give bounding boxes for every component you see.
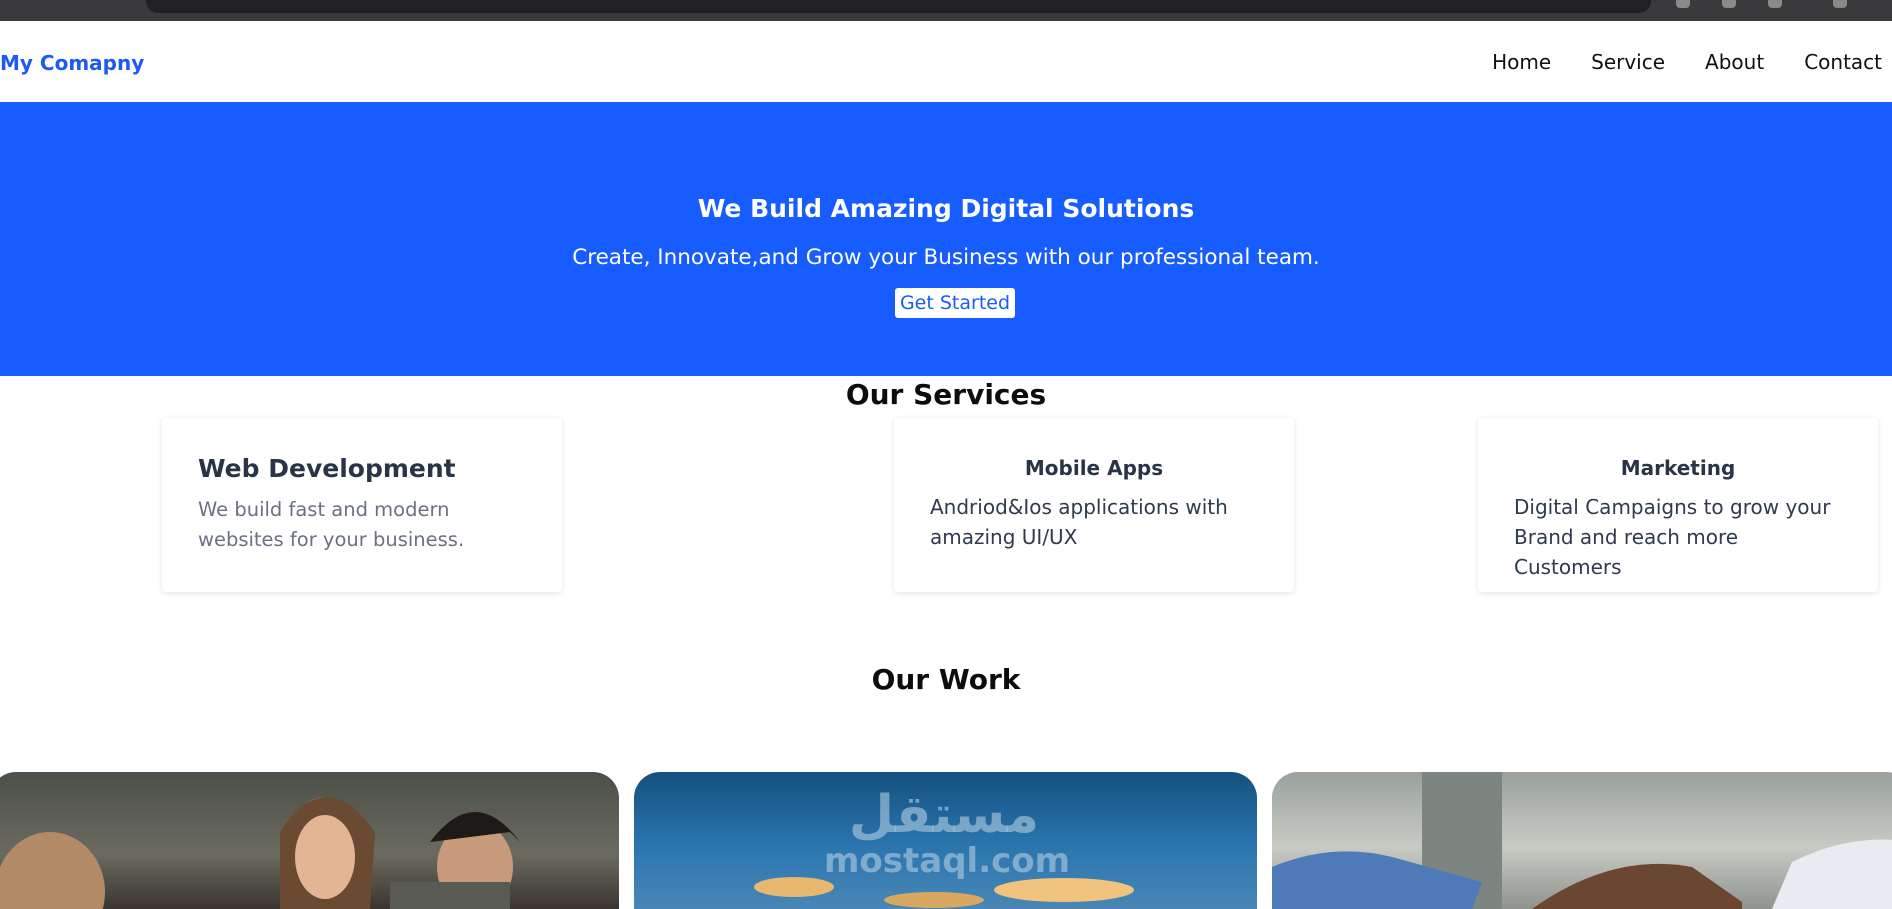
work-image-team-meeting[interactable] [0,772,619,909]
service-card-mobile-apps: Mobile Apps Andriod&Ios applications wit… [894,418,1294,592]
service-card-text: Andriod&Ios applications with amazing UI… [930,495,1228,549]
hero-subtitle: Create, Innovate,and Grow your Business … [572,245,1320,270]
site-navbar: My Comapny Home Service About Contact [0,21,1892,102]
nav-link-contact[interactable]: Contact [1804,50,1882,74]
hero-section: We Build Amazing Digital Solutions Creat… [0,102,1892,376]
nav-link-home[interactable]: Home [1492,50,1551,74]
service-card-title: Marketing [1620,456,1736,480]
watermark-logo: مستقل mostaql.com [824,785,1071,881]
work-image-handshake[interactable] [1272,772,1892,909]
nav-link-service[interactable]: Service [1591,50,1665,74]
work-title: Our Work [871,663,1021,696]
work-image-sky[interactable]: مستقل mostaql.com [634,772,1257,909]
address-bar[interactable] [146,0,1651,13]
handshake-photo [1272,772,1892,909]
service-card-text: Digital Campaigns to grow your Brand and… [1514,495,1831,579]
service-card-marketing: Marketing Digital Campaigns to grow your… [1478,418,1878,592]
extension-icon[interactable] [1722,0,1736,8]
profile-icon[interactable] [1833,0,1847,8]
extension-icon[interactable] [1676,0,1690,8]
service-card-title: Web Development [198,454,456,483]
hero-title: We Build Amazing Digital Solutions [697,194,1195,223]
services-title: Our Services [845,378,1047,411]
people-photo [0,797,520,909]
watermark-arabic: مستقل [848,785,1040,845]
get-started-button[interactable]: Get Started [895,288,1015,318]
nav-link-about[interactable]: About [1705,50,1764,74]
brand-logo[interactable]: My Comapny [0,51,144,75]
nav-menu: Home Service About Contact [1492,50,1882,74]
watermark-latin: mostaql.com [824,841,1071,881]
tab-icon[interactable] [1768,0,1782,8]
browser-toolbar [0,0,1892,21]
service-card-web-development: Web Development We build fast and modern… [162,418,562,592]
service-card-text: We build fast and modern websites for yo… [198,498,465,551]
service-card-title: Mobile Apps [1024,456,1164,480]
